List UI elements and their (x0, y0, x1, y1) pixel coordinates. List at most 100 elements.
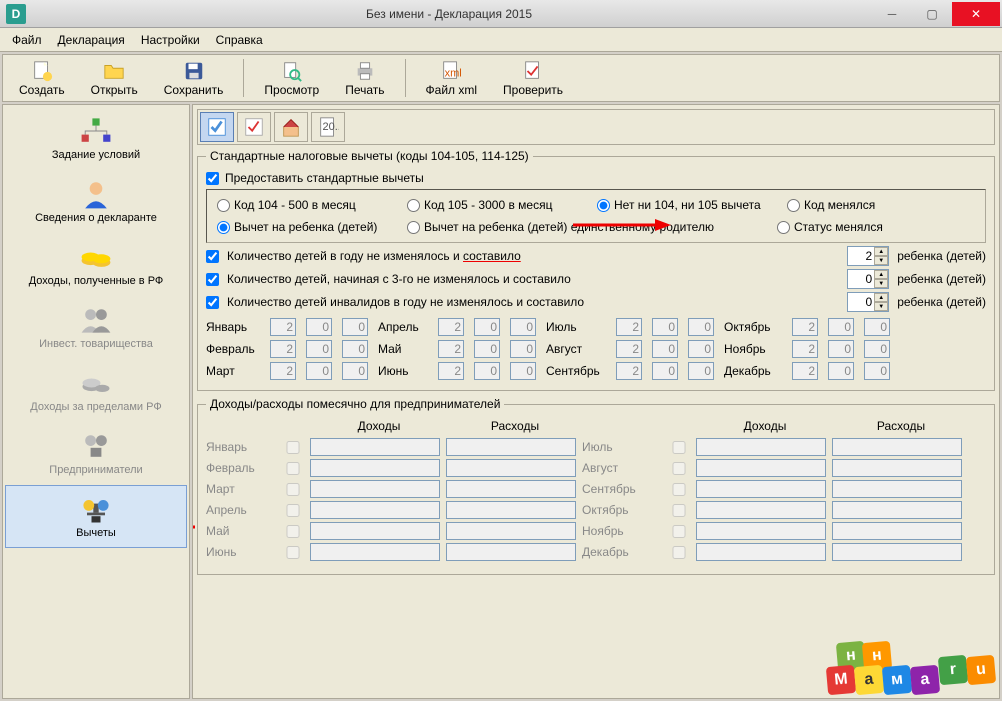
radio-code-changed[interactable]: Код менялся (787, 198, 887, 212)
spin-down[interactable]: ▼ (874, 302, 888, 311)
check-button[interactable]: Проверить (491, 58, 575, 99)
sidebar-item-deductions[interactable]: Вычеты (5, 485, 187, 548)
spin-up[interactable]: ▲ (874, 270, 888, 279)
month-label: Сентябрь (546, 364, 608, 378)
preview-button[interactable]: Просмотр (252, 58, 331, 99)
menu-help[interactable]: Справка (210, 31, 269, 49)
children-input[interactable] (848, 247, 874, 265)
spin-down[interactable]: ▼ (874, 279, 888, 288)
entrep-row: Май Ноябрь (206, 522, 986, 540)
children-spinner[interactable]: ▲▼ (847, 269, 889, 289)
month-label: Март (206, 364, 262, 378)
month-input (792, 362, 818, 380)
month-label: Октябрь (724, 320, 784, 334)
tab-social[interactable] (237, 112, 271, 142)
month-input (306, 340, 332, 358)
sidebar-item-income-rf[interactable]: Доходы, полученные в РФ (5, 233, 187, 296)
entrep-check (668, 546, 690, 559)
provide-standard-checkbox[interactable] (206, 172, 219, 185)
svg-text:xml: xml (445, 67, 462, 79)
month-label: Июль (546, 320, 608, 334)
month-label: Май (206, 524, 276, 538)
titlebar: D Без имени - Декларация 2015 ─ ▢ ✕ (0, 0, 1002, 28)
month-input (828, 318, 854, 336)
month-input (438, 318, 464, 336)
spin-down[interactable]: ▼ (874, 256, 888, 265)
radio-none[interactable]: Нет ни 104, ни 105 вычета (597, 198, 777, 212)
spin-up[interactable]: ▲ (874, 293, 888, 302)
deduction-tabs: 20.. (197, 109, 995, 145)
entrep-row: Апрель Октябрь (206, 501, 986, 519)
expense-input (832, 480, 962, 498)
close-button[interactable]: ✕ (952, 2, 1000, 26)
brief-icon (78, 431, 114, 461)
income-input (310, 438, 440, 456)
children-suffix: ребенка (детей) (897, 272, 986, 286)
radio-104[interactable]: Код 104 - 500 в месяц (217, 198, 397, 212)
expense-input (832, 438, 962, 456)
main-toolbar: Создать Открыть Сохранить Просмотр Печат… (2, 54, 1000, 102)
entrep-check (282, 441, 304, 454)
radio-status-changed[interactable]: Статус менялся (777, 220, 887, 234)
form-check-icon (206, 116, 228, 138)
xml-button[interactable]: xml Файл xml (414, 58, 490, 99)
sidebar-item-income-foreign[interactable]: Доходы за пределами РФ (5, 359, 187, 422)
sidebar-item-invest[interactable]: Инвест. товарищества (5, 296, 187, 359)
income-input (696, 501, 826, 519)
expense-input (446, 459, 576, 477)
month-grid: ЯнварьАпрельИюльОктябрьФевральМайАвгустН… (206, 318, 986, 380)
minimize-button[interactable]: ─ (872, 2, 912, 26)
standard-deductions-group: Стандартные налоговые вычеты (коды 104-1… (197, 149, 995, 391)
month-label: Апрель (206, 503, 276, 517)
month-input (828, 362, 854, 380)
month-label: Ноябрь (582, 524, 662, 538)
open-button[interactable]: Открыть (79, 58, 150, 99)
month-label: Декабрь (582, 545, 662, 559)
create-button[interactable]: Создать (7, 58, 77, 99)
children-spinner[interactable]: ▲▼ (847, 292, 889, 312)
sidebar-item-entrep[interactable]: Предприниматели (5, 422, 187, 485)
month-input (474, 318, 500, 336)
watermark: н н М а м а r u (827, 666, 995, 694)
sidebar-item-declarant[interactable]: Сведения о декларанте (5, 170, 187, 233)
children-checkbox[interactable] (206, 273, 219, 286)
menubar: Файл Декларация Настройки Справка (0, 28, 1002, 52)
radio-child-single[interactable]: Вычет на ребенка (детей) единственному р… (407, 220, 767, 234)
children-input[interactable] (848, 270, 874, 288)
print-button[interactable]: Печать (333, 58, 396, 99)
menu-settings[interactable]: Настройки (135, 31, 206, 49)
expense-input (446, 501, 576, 519)
children-input[interactable] (848, 293, 874, 311)
sidebar-item-conditions[interactable]: Задание условий (5, 107, 187, 170)
radio-child[interactable]: Вычет на ребенка (детей) (217, 220, 397, 234)
tab-standard[interactable] (200, 112, 234, 142)
month-input (652, 340, 678, 358)
expense-input (832, 543, 962, 561)
children-checkbox[interactable] (206, 296, 219, 309)
menu-file[interactable]: Файл (6, 31, 48, 49)
provide-standard-check[interactable]: Предоставить стандартные вычеты (206, 171, 986, 185)
save-icon (183, 60, 205, 82)
month-input (270, 318, 296, 336)
main-panel: 20.. Стандартные налоговые вычеты (коды … (192, 104, 1000, 699)
radio-105[interactable]: Код 105 - 3000 в месяц (407, 198, 587, 212)
children-label: Количество детей, начиная с 3-го не изме… (227, 272, 571, 286)
month-input (474, 362, 500, 380)
tab-losses[interactable]: 20.. (311, 112, 345, 142)
menu-declaration[interactable]: Декларация (52, 31, 131, 49)
maximize-button[interactable]: ▢ (912, 2, 952, 26)
entrep-check (282, 483, 304, 496)
entrep-row: Июнь Декабрь (206, 543, 986, 561)
month-label: Апрель (378, 320, 430, 334)
income-input (696, 459, 826, 477)
children-checkbox[interactable] (206, 250, 219, 263)
income-input (310, 480, 440, 498)
month-input (342, 340, 368, 358)
children-row: Количество детей в году не изменялось и … (206, 246, 986, 266)
children-suffix: ребенка (детей) (897, 295, 986, 309)
tab-property[interactable] (274, 112, 308, 142)
children-spinner[interactable]: ▲▼ (847, 246, 889, 266)
save-button[interactable]: Сохранить (152, 58, 236, 99)
spin-up[interactable]: ▲ (874, 247, 888, 256)
children-row: Количество детей инвалидов в году не изм… (206, 292, 986, 312)
